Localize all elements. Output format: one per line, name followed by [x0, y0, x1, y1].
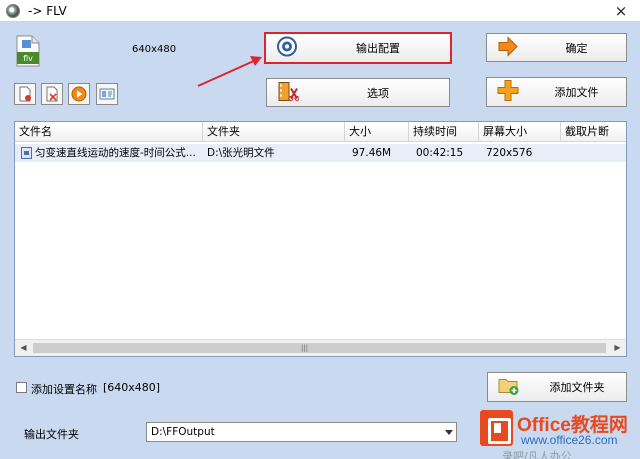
clear-list-tool[interactable] — [41, 83, 63, 105]
play-tool[interactable] — [68, 83, 90, 105]
confirm-label: 确定 — [565, 41, 588, 55]
office-logo-icon — [480, 410, 513, 446]
flv-format-icon: flv — [14, 34, 42, 68]
add-setting-name-checkbox[interactable] — [16, 382, 27, 393]
close-button[interactable]: × — [608, 1, 634, 21]
add-setting-name-resolution: [640x480] — [103, 381, 161, 394]
options-button[interactable]: 选项 — [266, 78, 450, 107]
table-row[interactable]: 匀变速直线运动的速度-时间公式... D:\张光明文件 97.46M 00:42… — [15, 144, 626, 162]
chevron-down-icon[interactable] — [445, 430, 453, 435]
file-list-header: 文件名 文件夹 大小 持续时间 屏幕大小 截取片断 — [15, 122, 626, 142]
add-folder-button[interactable]: 添加文件夹 — [487, 372, 627, 402]
watermark-gray-text: 录吧/凡人办公 — [502, 450, 572, 459]
cell-name: 匀变速直线运动的速度-时间公式... — [35, 147, 196, 159]
confirm-button[interactable]: 确定 — [486, 33, 627, 62]
add-folder-label: 添加文件夹 — [549, 381, 605, 394]
resolution-label: 640x480 — [132, 44, 177, 55]
column-header-duration[interactable]: 持续时间 — [409, 122, 479, 142]
file-list[interactable]: 文件名 文件夹 大小 持续时间 屏幕大小 截取片断 匀变速直线运动的速度-时间公… — [14, 121, 627, 357]
column-header-size[interactable]: 大小 — [345, 122, 409, 142]
column-header-name[interactable]: 文件名 — [15, 122, 203, 142]
scroll-right-icon[interactable]: ▶ — [609, 340, 626, 356]
app-icon — [6, 4, 20, 18]
column-header-screen[interactable]: 屏幕大小 — [479, 122, 561, 142]
watermark: Office教程网 www.office26.com 录吧/凡人办公 — [480, 407, 640, 459]
output-folder-path: D:\FFOutput — [151, 426, 215, 438]
watermark-url: www.office26.com — [521, 433, 618, 447]
cell-duration: 00:42:15 — [416, 147, 464, 159]
play-icon — [71, 86, 87, 102]
remove-file-tool[interactable] — [14, 83, 36, 105]
options-label: 选项 — [367, 86, 389, 100]
cell-folder: D:\张光明文件 — [207, 147, 275, 159]
info-tool[interactable] — [96, 83, 118, 105]
remove-icon — [19, 86, 31, 102]
info-icon — [99, 88, 115, 100]
delete-icon — [46, 86, 58, 102]
output-folder-label: 输出文件夹 — [24, 428, 79, 441]
cell-clip — [564, 144, 626, 162]
output-config-button[interactable]: 输出配置 — [264, 32, 452, 64]
cell-size: 97.46M — [352, 147, 392, 159]
flv-label: flv — [23, 54, 33, 63]
scroll-grip-icon: ||| — [301, 344, 309, 352]
add-file-button[interactable]: 添加文件 — [486, 77, 627, 107]
cell-screen: 720x576 — [486, 147, 533, 159]
window-title: -> FLV — [28, 4, 67, 18]
output-config-label: 输出配置 — [356, 42, 400, 55]
scroll-left-icon[interactable]: ◀ — [15, 340, 32, 356]
add-setting-name-label: 添加设置名称 — [31, 383, 97, 396]
scrollbar-thumb[interactable] — [33, 343, 606, 353]
column-header-clip[interactable]: 截取片断 — [561, 122, 626, 142]
column-header-folder[interactable]: 文件夹 — [203, 122, 345, 142]
add-file-label: 添加文件 — [554, 86, 599, 99]
output-folder-select[interactable]: D:\FFOutput — [146, 422, 457, 442]
horizontal-scrollbar[interactable]: ◀ ||| ▶ — [15, 339, 626, 356]
title-bar: -> FLV × — [0, 0, 640, 22]
